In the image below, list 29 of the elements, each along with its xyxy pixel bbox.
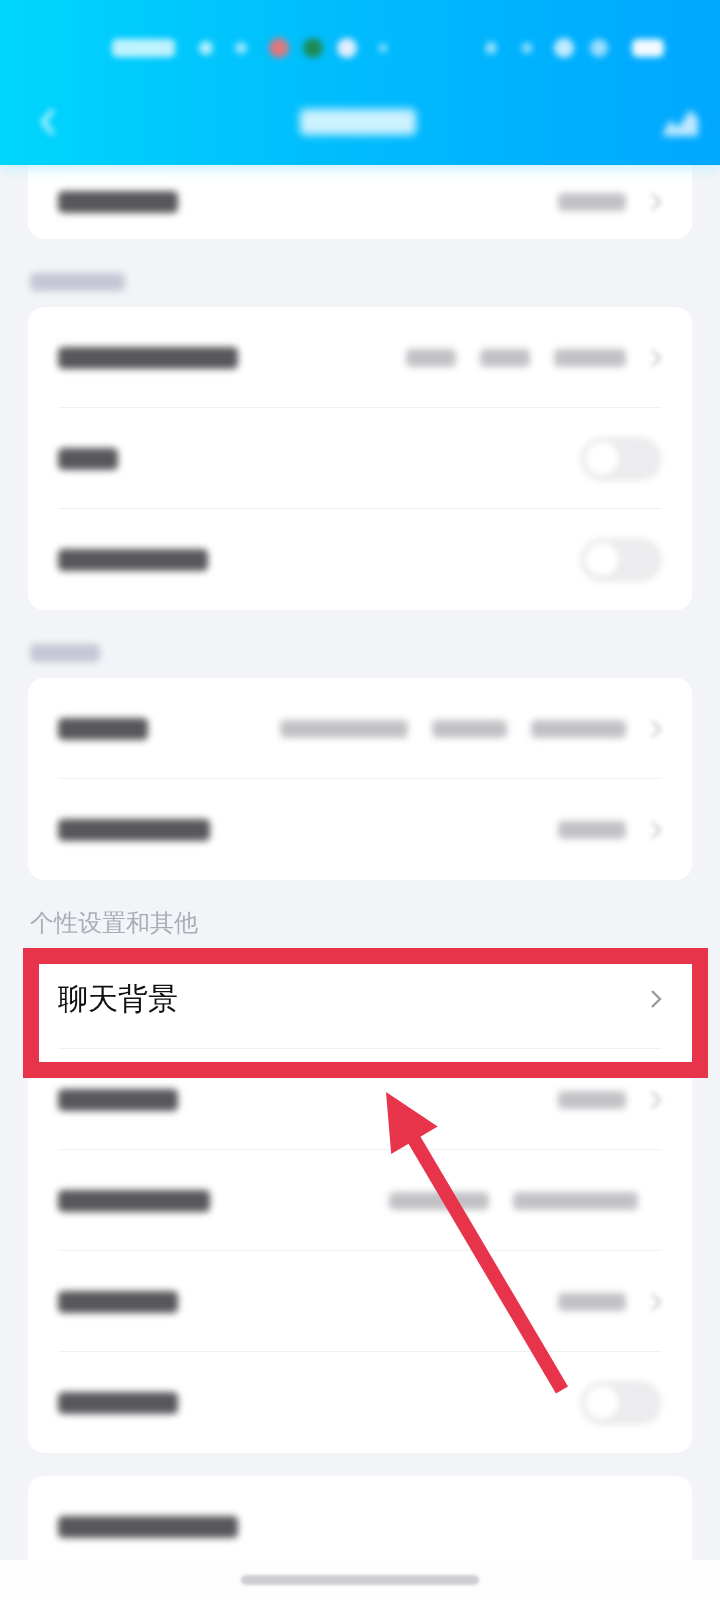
chevron-right-icon bbox=[650, 1089, 662, 1110]
blurred-icon bbox=[235, 42, 247, 54]
blurred-text bbox=[558, 820, 626, 839]
back-icon[interactable] bbox=[40, 108, 56, 136]
blurred-icon bbox=[554, 38, 574, 58]
blurred-icon bbox=[112, 39, 175, 57]
blurred-icon bbox=[337, 38, 357, 58]
chevron-right-icon bbox=[650, 347, 662, 368]
blurred-text bbox=[558, 193, 626, 211]
blurred-icon bbox=[486, 42, 496, 54]
setting-label[interactable]: 聊天背景 bbox=[58, 980, 178, 1017]
blurred-text bbox=[554, 348, 626, 367]
blurred-text bbox=[480, 348, 530, 367]
chevron-right-icon bbox=[650, 718, 662, 739]
blurred-icon bbox=[379, 44, 387, 52]
blurred-text bbox=[558, 1292, 626, 1311]
blurred-text bbox=[406, 348, 456, 367]
chevron-right-icon bbox=[650, 1291, 662, 1312]
chevron-right-icon bbox=[650, 988, 662, 1009]
blurred-icon bbox=[632, 39, 664, 57]
blurred-icon bbox=[199, 41, 213, 55]
blurred-text bbox=[558, 1090, 626, 1109]
blurred-icon bbox=[303, 38, 323, 58]
chevron-right-icon bbox=[650, 192, 662, 212]
blurred-icon bbox=[590, 39, 608, 57]
blurred-icon bbox=[522, 43, 532, 53]
section-heading: 个性设置和其他 bbox=[30, 910, 198, 936]
blurred-icon bbox=[269, 38, 289, 58]
chevron-right-icon bbox=[650, 819, 662, 840]
